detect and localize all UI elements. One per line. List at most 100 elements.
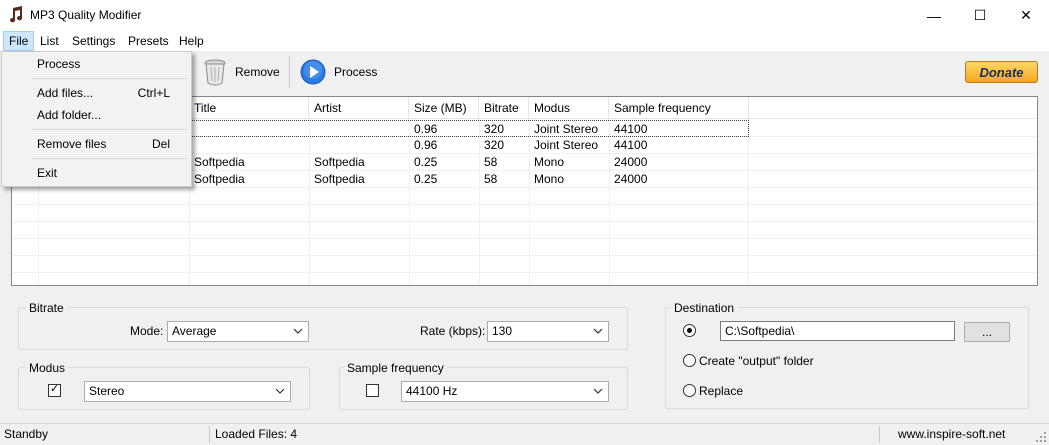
menu-separator — [32, 158, 187, 159]
cell-bitrate: 320 — [484, 122, 505, 136]
rate-select[interactable]: 130 — [487, 321, 609, 342]
mode-value: Average — [172, 324, 217, 338]
remove-toolbar-button[interactable]: Remove — [195, 56, 287, 88]
toolbar-separator — [289, 56, 290, 88]
column-header-title[interactable]: Title — [189, 97, 309, 119]
modus-checkbox[interactable]: ✓ — [48, 383, 61, 397]
cell-size: 0.25 — [414, 172, 438, 186]
menu-separator — [32, 78, 187, 79]
menu-settings[interactable]: Settings — [67, 31, 120, 51]
column-header-size[interactable]: Size (MB) — [409, 97, 479, 119]
cell-bitrate: 58 — [484, 172, 498, 186]
process-label: Process — [334, 65, 378, 79]
cell-size: 0.96 — [414, 122, 438, 136]
replace-label: Replace — [699, 384, 744, 398]
menu-item-label: Remove files — [37, 137, 107, 151]
column-header-sample-frequency[interactable]: Sample frequency — [609, 97, 749, 119]
destination-group-label: Destination — [671, 301, 738, 315]
cell-artist: Softpedia — [314, 155, 365, 169]
cell-size: 0.25 — [414, 155, 438, 169]
menu-separator — [32, 129, 187, 130]
row-line — [12, 255, 1037, 256]
modus-value: Stereo — [89, 384, 125, 398]
menu-help[interactable]: Help — [174, 31, 209, 51]
create-output-folder-radio[interactable] — [683, 354, 696, 367]
menu-presets[interactable]: Presets — [123, 31, 174, 51]
close-icon: ✕ — [1020, 7, 1032, 23]
sample-frequency-value: 44100 Hz — [406, 384, 458, 398]
chevron-down-icon — [593, 388, 603, 394]
menu-item-label: Exit — [37, 166, 58, 180]
row-line — [12, 204, 1037, 205]
custom-path-radio[interactable] — [683, 324, 696, 337]
donate-button[interactable]: Donate — [965, 61, 1038, 83]
mode-label: Mode: — [130, 324, 164, 338]
column-header-bitrate[interactable]: Bitrate — [479, 97, 529, 119]
create-output-folder-label: Create "output" folder — [699, 354, 814, 368]
menu-item-process[interactable]: Process — [3, 54, 190, 74]
cell-modus: Mono — [534, 172, 565, 186]
minimize-icon: — — [927, 7, 941, 24]
column-header-artist[interactable]: Artist — [309, 97, 409, 119]
file-menu-dropdown: Process Add files... Ctrl+L Add folder...… — [1, 51, 192, 187]
resize-grip-icon[interactable] — [1036, 432, 1047, 443]
cell-modus: Joint Stereo — [534, 122, 599, 136]
menu-item-remove-files[interactable]: Remove files Del — [3, 134, 190, 154]
title-bar — [0, 0, 1049, 31]
bitrate-group-label: Bitrate — [26, 301, 67, 315]
play-icon — [300, 59, 326, 85]
menu-item-label: Process — [37, 57, 81, 71]
shortcut-label: Ctrl+L — [137, 86, 170, 100]
sample-frequency-checkbox[interactable] — [366, 384, 379, 397]
cell-sample-frequency: 24000 — [614, 172, 648, 186]
maximize-icon: ☐ — [973, 7, 987, 23]
trash-bin-icon — [204, 59, 226, 86]
cell-title: Softpedia — [194, 155, 245, 169]
cell-size: 0.96 — [414, 138, 438, 152]
cell-sample-frequency: 44100 — [614, 122, 648, 136]
menu-item-exit[interactable]: Exit — [3, 163, 190, 183]
cell-artist — [309, 121, 314, 138]
status-loaded-files: Loaded Files: 4 — [215, 427, 298, 441]
menu-item-add-folder[interactable]: Add folder... — [3, 105, 190, 125]
rate-label: Rate (kbps): — [420, 324, 486, 338]
menu-item-label: Add files... — [37, 86, 94, 100]
checkmark-icon: ✓ — [50, 383, 60, 395]
row-line — [12, 238, 1037, 239]
chevron-down-icon — [593, 328, 603, 334]
mode-select[interactable]: Average — [167, 321, 309, 342]
chevron-down-icon — [275, 388, 285, 394]
shortcut-label: Del — [151, 137, 170, 151]
music-note-icon — [10, 6, 23, 23]
cell-artist — [309, 137, 314, 154]
cell-modus: Joint Stereo — [534, 138, 599, 152]
column-header-modus[interactable]: Modus — [529, 97, 609, 119]
cell-modus: Mono — [534, 155, 565, 169]
cell-sample-frequency: 24000 — [614, 155, 648, 169]
menu-file[interactable]: File — [3, 31, 35, 51]
replace-radio[interactable] — [683, 384, 696, 397]
cell-sample-frequency: 44100 — [614, 138, 648, 152]
remove-label: Remove — [235, 65, 280, 79]
close-button[interactable]: ✕ — [1003, 0, 1049, 31]
minimize-button[interactable]: — — [911, 0, 957, 31]
menu-item-add-files[interactable]: Add files... Ctrl+L — [3, 83, 190, 103]
status-state: Standby — [4, 427, 49, 441]
modus-group-label: Modus — [26, 361, 69, 375]
sample-frequency-select[interactable]: 44100 Hz — [401, 381, 609, 402]
menu-item-label: Add folder... — [37, 108, 102, 122]
process-toolbar-button[interactable]: Process — [296, 56, 386, 88]
status-separator — [209, 426, 210, 443]
cell-artist: Softpedia — [314, 172, 365, 186]
cell-bitrate: 320 — [484, 138, 505, 152]
website-link[interactable]: www.inspire-soft.net — [898, 424, 1005, 445]
destination-path-input[interactable]: C:\Softpedia\ — [720, 321, 955, 341]
row-line — [12, 272, 1037, 273]
status-bar — [0, 423, 1049, 445]
maximize-button[interactable]: ☐ — [957, 0, 1003, 31]
menu-list[interactable]: List — [35, 31, 64, 51]
modus-select[interactable]: Stereo — [84, 381, 291, 402]
sample-frequency-group-label: Sample frequency — [344, 361, 447, 375]
browse-button[interactable]: ... — [964, 322, 1010, 342]
cell-bitrate: 58 — [484, 155, 498, 169]
